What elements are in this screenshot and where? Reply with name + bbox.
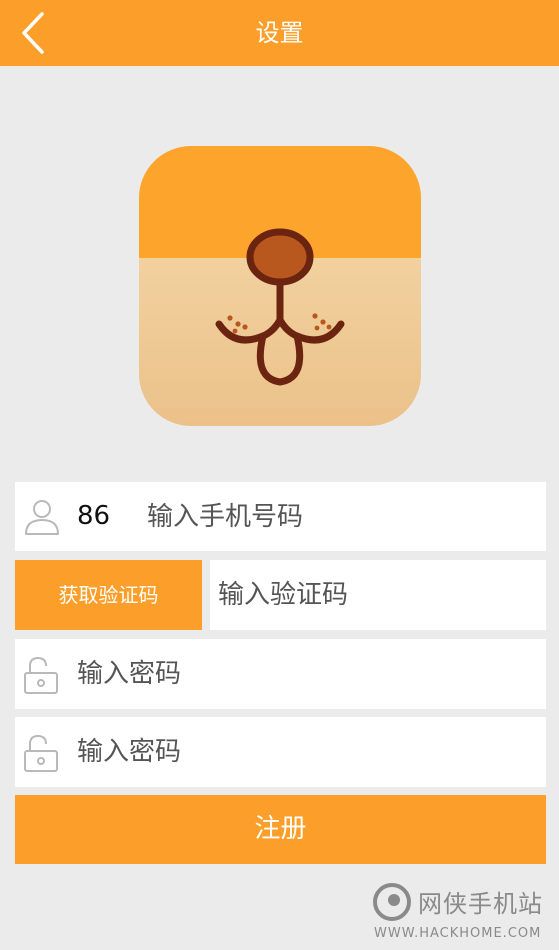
- confirm-password-row: [15, 717, 546, 787]
- register-button[interactable]: 注册: [15, 795, 546, 864]
- watermark: 网侠手机站 WWW.HACKHOME.COM: [372, 880, 552, 946]
- code-row: [210, 560, 546, 630]
- top-bar: 设置: [0, 0, 559, 66]
- lock-icon: [24, 734, 58, 772]
- phone-row: 86: [15, 482, 546, 551]
- app-logo: [139, 146, 421, 426]
- confirm-password-input[interactable]: [77, 717, 537, 787]
- password-input[interactable]: [77, 639, 537, 709]
- country-code[interactable]: 86: [77, 482, 110, 551]
- watermark-name: 网侠手机站: [418, 890, 543, 918]
- watermark-logo-icon: [373, 883, 411, 921]
- dog-face-app-logo-icon: [139, 146, 421, 426]
- phone-input[interactable]: [147, 482, 537, 551]
- user-icon: [25, 500, 59, 535]
- page-title: 设置: [255, 19, 304, 47]
- lock-icon: [24, 656, 58, 694]
- get-code-button[interactable]: 获取验证码: [15, 560, 202, 630]
- watermark-url: WWW.HACKHOME.COM: [374, 926, 542, 941]
- password-row: [15, 639, 546, 709]
- verification-code-input[interactable]: [218, 560, 538, 630]
